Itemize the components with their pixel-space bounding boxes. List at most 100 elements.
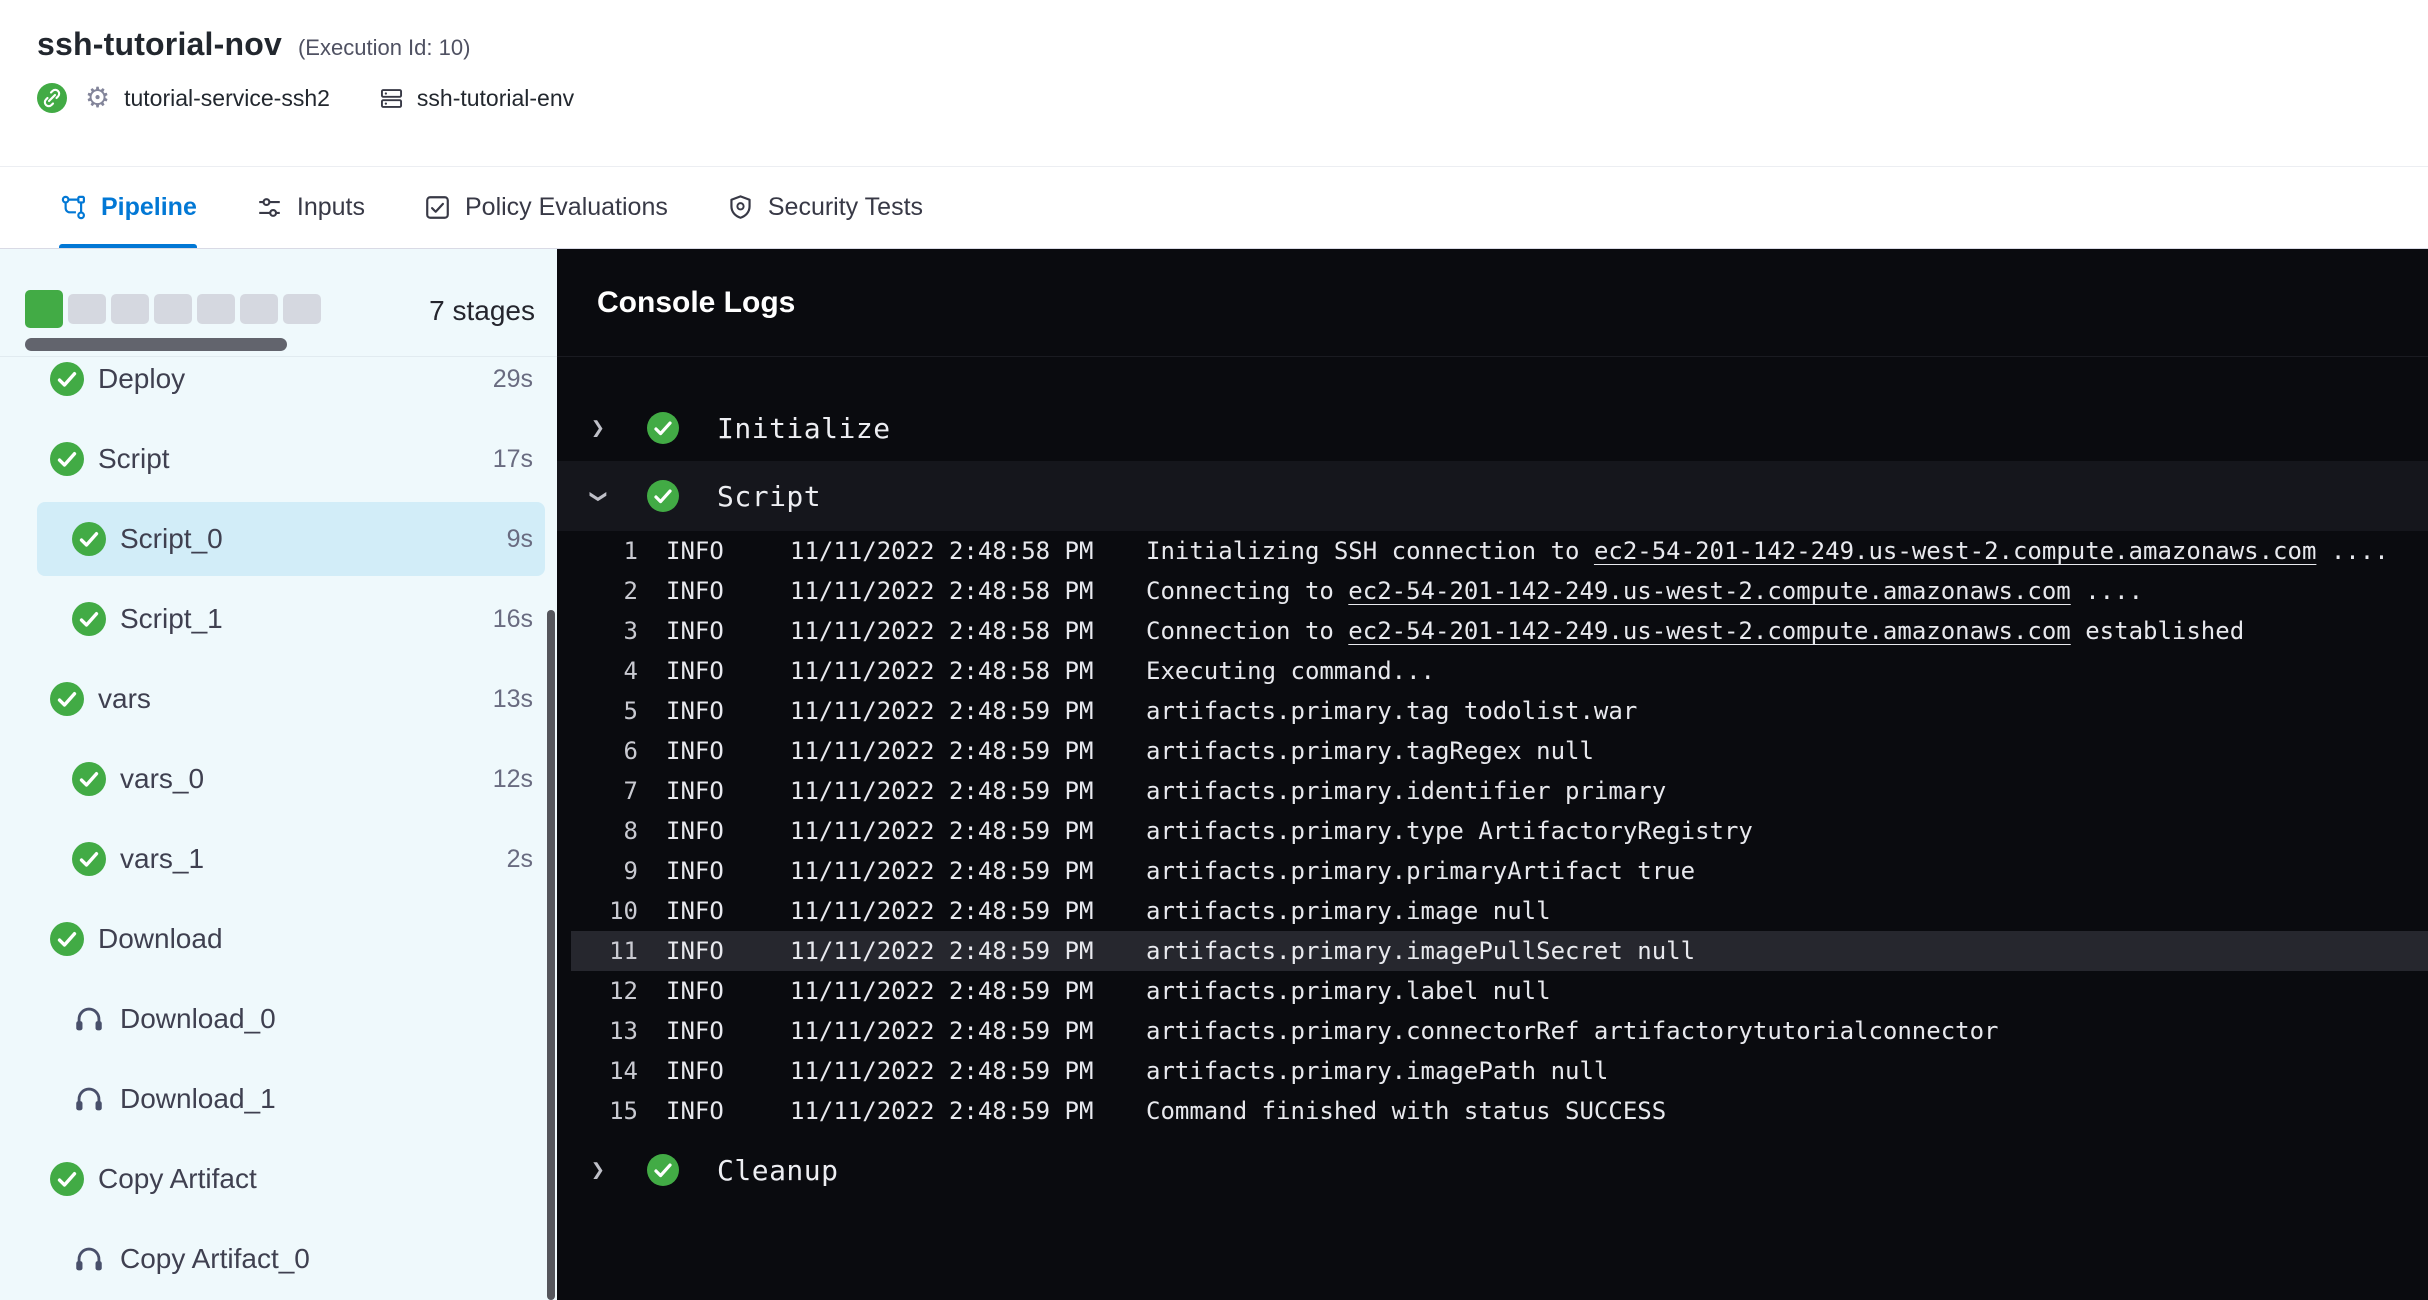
tab-pipeline[interactable]: Pipeline [59,167,197,248]
log-message: artifacts.primary.tagRegex null [1146,737,2428,765]
stages-sidebar: 7 stages Deploy 29s Script 17s Script_0 … [0,249,557,1300]
log-line: 2 INFO 11/11/2022 2:48:58 PM Connecting … [571,571,2428,611]
log-host-link[interactable]: ec2-54-201-142-249.us-west-2.compute.ama… [1594,537,2316,565]
stage-label: Script_0 [120,523,223,555]
log-level: INFO [666,577,790,605]
stage-row-script[interactable]: Script 17s [0,419,557,499]
log-line-number: 7 [571,777,638,805]
stage-row-download-1[interactable]: Download_1 [0,1059,557,1139]
environment-name[interactable]: ssh-tutorial-env [417,85,574,112]
stage-progress-segment-pending [68,294,106,324]
log-timestamp: 11/11/2022 2:48:59 PM [790,1057,1146,1085]
log-timestamp: 11/11/2022 2:48:58 PM [790,657,1146,685]
success-check-icon [72,842,106,876]
log-timestamp: 11/11/2022 2:48:59 PM [790,737,1146,765]
log-level: INFO [666,1097,790,1125]
log-line-number: 11 [571,937,638,965]
stage-duration: 2s [507,845,533,874]
tab-label: Security Tests [768,193,923,222]
stage-row-deploy[interactable]: Deploy 29s [0,357,557,419]
stage-row-script-1[interactable]: Script_1 16s [0,579,557,659]
stage-row-download[interactable]: Download [0,899,557,979]
success-check-icon [647,412,679,444]
stage-row-copy-artifact-0[interactable]: Copy Artifact_0 [0,1219,557,1299]
chevron-right-icon [591,417,621,440]
log-line: 5 INFO 11/11/2022 2:48:59 PM artifacts.p… [571,691,2428,731]
tab-label: Policy Evaluations [465,193,668,222]
log-message: artifacts.primary.imagePullSecret null [1146,937,2428,965]
stage-duration: 9s [507,525,533,554]
log-timestamp: 11/11/2022 2:48:59 PM [790,937,1146,965]
log-message: Command finished with status SUCCESS [1146,1097,2428,1125]
page-title: ssh-tutorial-nov [37,26,282,63]
stage-progress-segment-pending [197,294,235,324]
execution-content: 7 stages Deploy 29s Script 17s Script_0 … [0,249,2428,1300]
inputs-icon [255,193,284,222]
log-message-text: artifacts.primary.type ArtifactoryRegist… [1146,817,1753,845]
title-row: ssh-tutorial-nov (Execution Id: 10) [37,0,2428,63]
log-host-link[interactable]: ec2-54-201-142-249.us-west-2.compute.ama… [1348,577,2070,605]
log-timestamp: 11/11/2022 2:48:59 PM [790,697,1146,725]
log-line: 14 INFO 11/11/2022 2:48:59 PM artifacts.… [571,1051,2428,1091]
log-message-text: artifacts.primary.imagePullSecret null [1146,937,1695,965]
log-section-label: Script [717,480,821,513]
log-level: INFO [666,817,790,845]
log-message: Initializing SSH connection to ec2-54-20… [1146,537,2428,565]
link-circle-icon [37,83,67,113]
log-line-number: 4 [571,657,638,685]
success-check-icon [50,922,84,956]
stage-progress-segments [25,289,321,329]
stage-graph-scrollbar[interactable] [25,338,287,351]
execution-header: ssh-tutorial-nov (Execution Id: 10) ⚙ tu… [0,0,2428,167]
stage-duration: 16s [493,605,533,634]
success-check-icon [50,682,84,716]
log-line: 7 INFO 11/11/2022 2:48:59 PM artifacts.p… [571,771,2428,811]
log-timestamp: 11/11/2022 2:48:59 PM [790,1097,1146,1125]
log-line-number: 1 [571,537,638,565]
stage-label: Script_1 [120,603,223,635]
log-level: INFO [666,657,790,685]
console-panel: Console Logs Initialize Script 1 INFO 11… [557,249,2428,1300]
log-message-suffix: .... [2316,537,2388,565]
log-message: artifacts.primary.connectorRef artifacto… [1146,1017,2428,1045]
log-section-initialize[interactable]: Initialize [557,395,2428,461]
execution-id: (Execution Id: 10) [298,35,470,61]
stage-duration: 12s [493,765,533,794]
log-timestamp: 11/11/2022 2:48:59 PM [790,977,1146,1005]
log-timestamp: 11/11/2022 2:48:58 PM [790,617,1146,645]
log-timestamp: 11/11/2022 2:48:59 PM [790,897,1146,925]
log-line-number: 14 [571,1057,638,1085]
gear-icon[interactable]: ⚙ [85,84,110,112]
log-line: 8 INFO 11/11/2022 2:48:59 PM artifacts.p… [571,811,2428,851]
log-message: artifacts.primary.imagePath null [1146,1057,2428,1085]
log-section-cleanup[interactable]: Cleanup [557,1137,2428,1203]
stage-row-copy-artifact[interactable]: Copy Artifact [0,1139,557,1219]
stage-row-vars-0[interactable]: vars_0 12s [0,739,557,819]
log-line: 11 INFO 11/11/2022 2:48:59 PM artifacts.… [571,931,2428,971]
tab-policy-evaluations[interactable]: Policy Evaluations [423,167,668,248]
log-message: artifacts.primary.type ArtifactoryRegist… [1146,817,2428,845]
stage-duration: 13s [493,685,533,714]
sidebar-scrollbar[interactable] [547,610,555,1300]
stage-row-download-0[interactable]: Download_0 [0,979,557,1059]
tab-security-tests[interactable]: Security Tests [726,167,923,248]
log-level: INFO [666,897,790,925]
stage-list: Deploy 29s Script 17s Script_0 9s Script… [0,357,557,1300]
log-lines: 1 INFO 11/11/2022 2:48:58 PM Initializin… [571,531,2428,1131]
log-host-link[interactable]: ec2-54-201-142-249.us-west-2.compute.ama… [1348,617,2070,645]
stage-label: vars_0 [120,763,204,795]
stage-label: Copy Artifact_0 [120,1243,310,1275]
stage-label: vars_1 [120,843,204,875]
tab-label: Inputs [297,193,365,222]
success-check-icon [647,1154,679,1186]
tab-inputs[interactable]: Inputs [255,167,365,248]
service-name[interactable]: tutorial-service-ssh2 [124,85,330,112]
log-line-number: 13 [571,1017,638,1045]
stage-label: vars [98,683,151,715]
log-level: INFO [666,857,790,885]
log-section-script[interactable]: Script [557,461,2428,531]
stage-row-vars[interactable]: vars 13s [0,659,557,739]
stage-label: Script [98,443,170,475]
stage-row-script-0[interactable]: Script_0 9s [0,499,557,579]
stage-row-vars-1[interactable]: vars_1 2s [0,819,557,899]
